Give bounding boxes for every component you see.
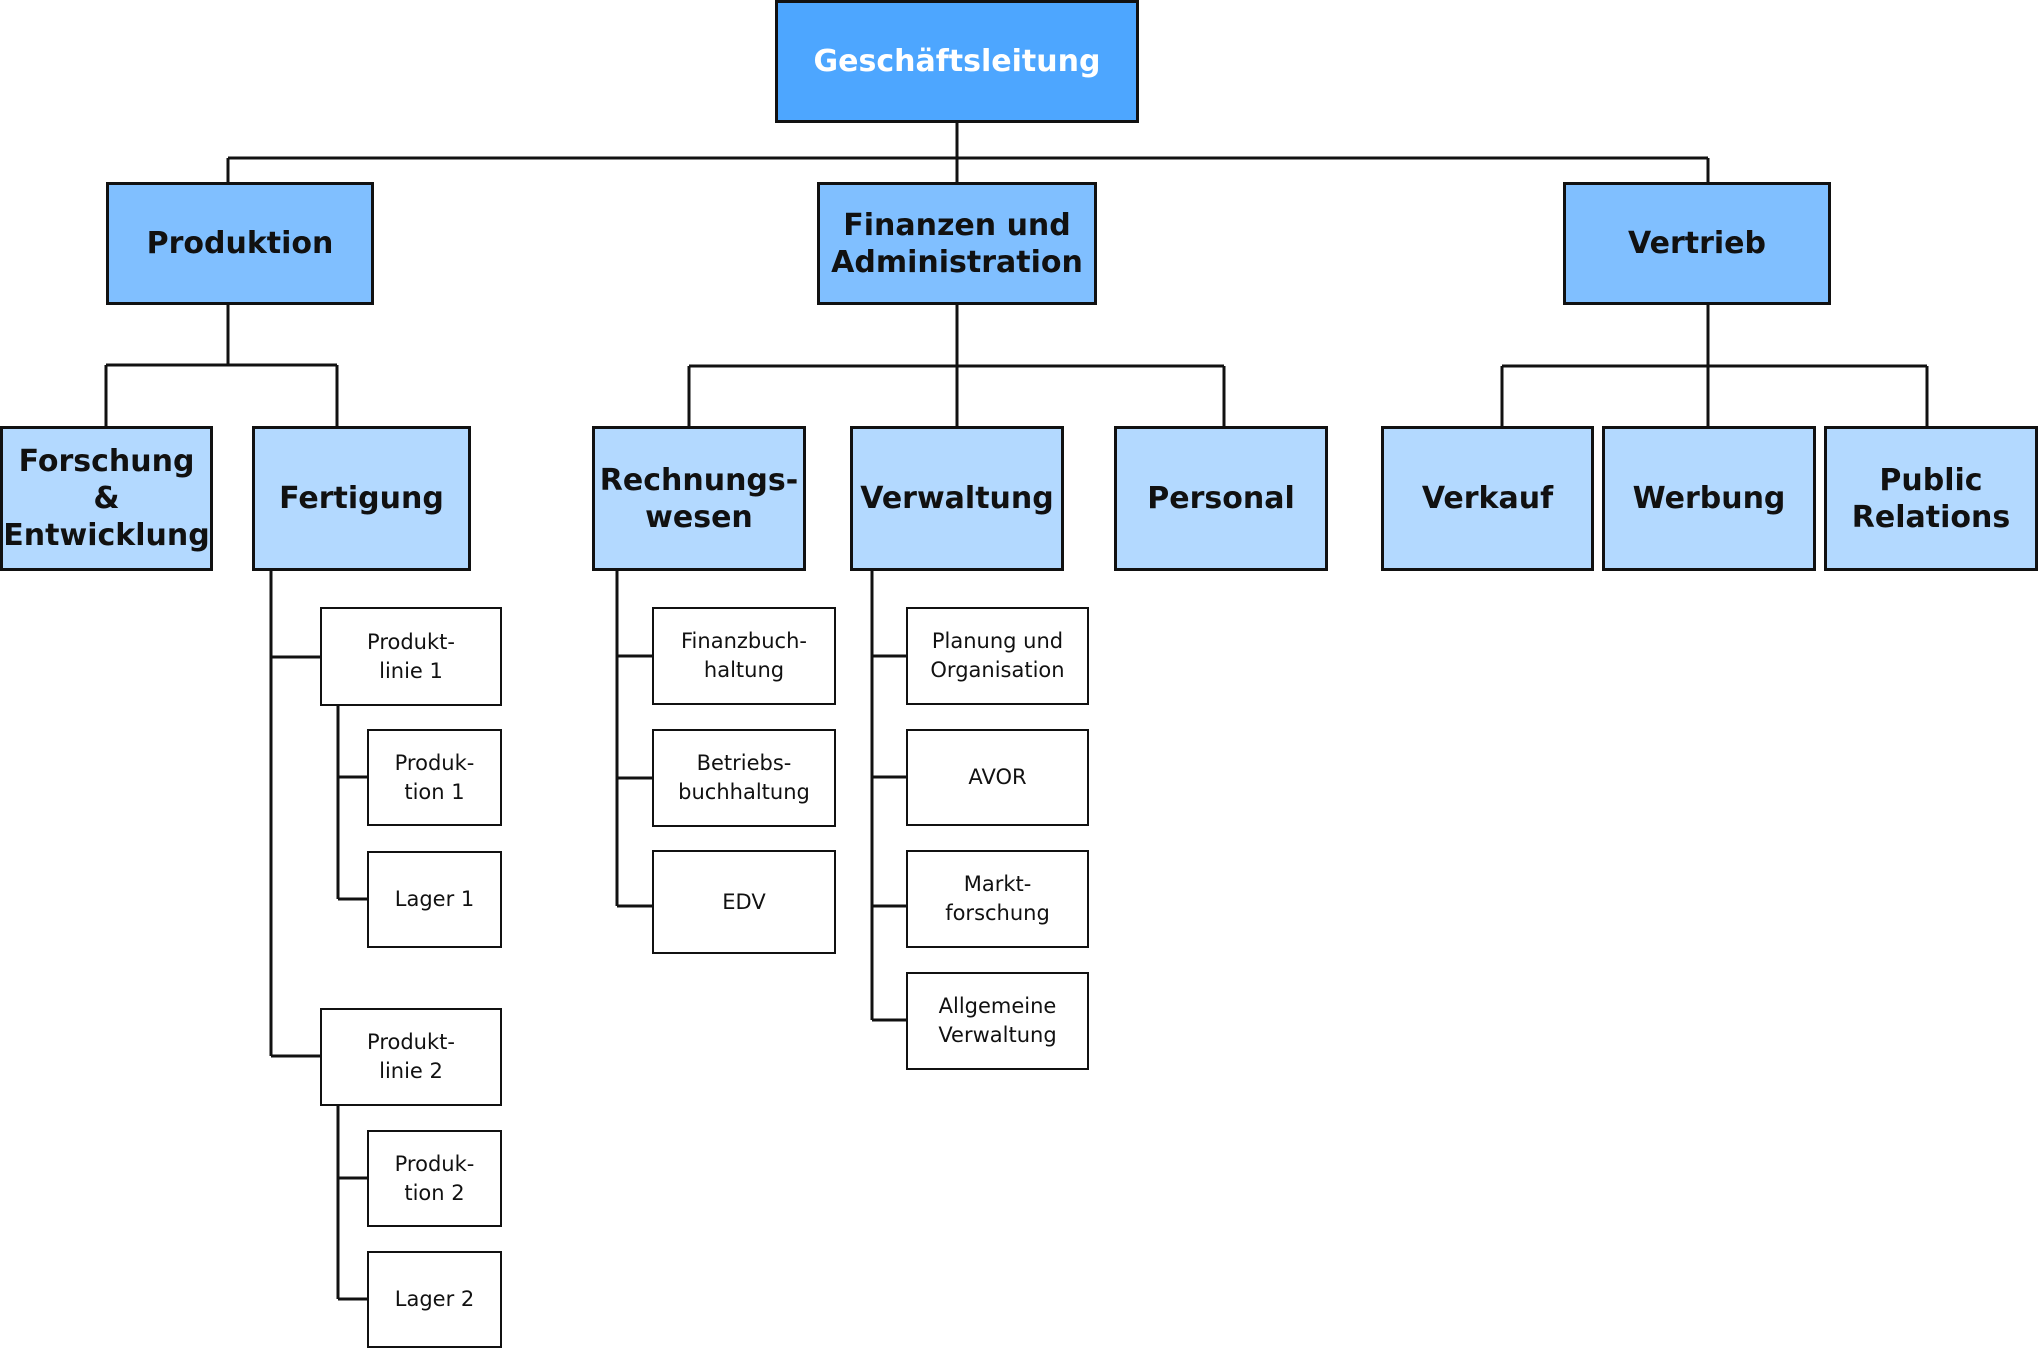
node-lager-1: Lager 1 <box>367 851 502 948</box>
node-produktion-2: Produk- tion 2 <box>367 1130 502 1227</box>
node-marktforschung: Markt- forschung <box>906 850 1089 948</box>
node-verkauf: Verkauf <box>1381 426 1594 571</box>
node-allgemeine-verwaltung: Allgemeine Verwaltung <box>906 972 1089 1070</box>
node-planung-organisation: Planung und Organisation <box>906 607 1089 705</box>
node-public-relations: Public Relations <box>1824 426 2038 571</box>
connector-root <box>226 123 1710 182</box>
node-edv: EDV <box>652 850 836 954</box>
connector-produktion <box>104 305 339 426</box>
node-forschung-entwicklung: Forschung & Entwicklung <box>0 426 213 571</box>
node-avor: AVOR <box>906 729 1089 826</box>
connector-rechnungswesen <box>615 571 652 908</box>
node-produktion-1: Produk- tion 1 <box>367 729 502 826</box>
node-finanzbuchhaltung: Finanzbuch- haltung <box>652 607 836 705</box>
node-rechnungswesen: Rechnungs- wesen <box>592 426 806 571</box>
connector-produktlinie-1 <box>336 705 367 901</box>
node-werbung: Werbung <box>1602 426 1816 571</box>
node-finanzen-administration: Finanzen und Administration <box>817 182 1097 305</box>
connector-produktlinie-2 <box>336 1105 367 1301</box>
connector-fertigung <box>269 571 320 1058</box>
node-fertigung: Fertigung <box>252 426 471 571</box>
node-produktlinie-2: Produkt- linie 2 <box>320 1008 502 1106</box>
node-betriebsbuchhaltung: Betriebs- buchhaltung <box>652 729 836 827</box>
connector-verwaltung <box>870 571 906 1022</box>
node-verwaltung: Verwaltung <box>850 426 1064 571</box>
connector-finanzen <box>687 305 1226 426</box>
node-produktlinie-1: Produkt- linie 1 <box>320 607 502 706</box>
connector-vertrieb <box>1500 305 1929 426</box>
node-lager-2: Lager 2 <box>367 1251 502 1348</box>
node-geschaeftsleitung: Geschäftsleitung <box>775 0 1139 123</box>
node-personal: Personal <box>1114 426 1328 571</box>
node-vertrieb: Vertrieb <box>1563 182 1831 305</box>
node-produktion: Produktion <box>106 182 374 305</box>
